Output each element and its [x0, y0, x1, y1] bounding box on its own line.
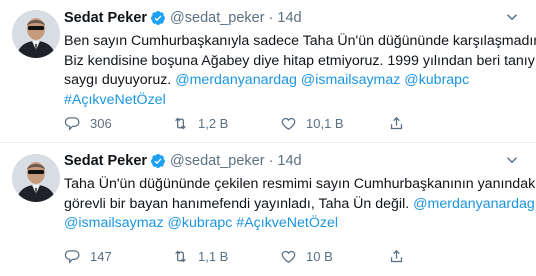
- heart-icon: [281, 250, 296, 263]
- author-name[interactable]: Sedat Peker: [64, 10, 147, 26]
- tweet-text-line: Taha Ün'ün düğününde çekilen resmimi say…: [64, 175, 536, 195]
- tweet-text: Taha Ün'ün düğününde çekilen resmimi say…: [64, 175, 536, 234]
- reply-icon: [64, 249, 80, 264]
- verified-badge-icon: [150, 153, 166, 169]
- reply-button[interactable]: 306: [64, 115, 172, 132]
- text-span: Biz kendisine boşuna Ağabey diye hitap e…: [64, 52, 536, 69]
- tweet-feed: Sedat Peker @sedat_peker · 14d Ben sayın…: [0, 0, 536, 276]
- like-count: 10,1 B: [306, 115, 344, 131]
- share-icon: [390, 249, 403, 262]
- tweet-text-line: görevli bir bayan hanımefendi yayınladı,…: [64, 195, 535, 215]
- tweet[interactable]: Sedat Peker @sedat_peker · 14d Taha Ün'ü…: [0, 143, 536, 276]
- mention-link[interactable]: @merdanyanardag: [413, 196, 535, 212]
- text-span: Ben sayın Cumhurbaşkanıyla sadece Taha Ü…: [64, 33, 536, 49]
- retweet-button[interactable]: 1,2 B: [172, 115, 280, 132]
- avatar[interactable]: [12, 10, 60, 58]
- tweet-actions: 147 1,1 B 10 B: [64, 246, 418, 266]
- reply-button[interactable]: 147: [64, 248, 172, 265]
- avatar[interactable]: [12, 154, 60, 202]
- tweet-text-line: Ben sayın Cumhurbaşkanıyla sadece Taha Ü…: [64, 32, 536, 52]
- more-options-icon[interactable]: [502, 8, 522, 26]
- reply-icon: [64, 116, 80, 131]
- separator-dot: ·: [268, 10, 274, 26]
- tweet-text-line: @ismailsaymaz @kubrapc #AçıkveNetÖzel: [64, 214, 526, 234]
- timestamp[interactable]: 14d: [277, 153, 301, 169]
- author-handle[interactable]: @sedat_peker: [170, 10, 265, 26]
- text-span: Taha Ün'ün düğününde çekilen resmimi say…: [64, 176, 536, 192]
- tweet-text: Ben sayın Cumhurbaşkanıyla sadece Taha Ü…: [64, 32, 536, 111]
- verified-badge-icon: [150, 10, 166, 26]
- separator-dot: ·: [268, 153, 274, 169]
- mention-links[interactable]: @merdanyanardag @ismailsaymaz @kubrapc: [175, 72, 469, 88]
- share-button[interactable]: [388, 248, 418, 265]
- text-span: görevli bir bayan hanımefendi yayınladı,…: [64, 195, 414, 212]
- author-handle[interactable]: @sedat_peker: [170, 153, 265, 169]
- more-options-icon[interactable]: [502, 151, 522, 169]
- share-button[interactable]: [388, 115, 418, 132]
- heart-icon: [281, 117, 296, 130]
- reply-count: 306: [90, 115, 112, 131]
- retweet-button[interactable]: 1,1 B: [172, 248, 280, 265]
- mention-links[interactable]: @ismailsaymaz @kubrapc #AçıkveNetÖzel: [64, 215, 338, 231]
- text-span: saygı duyuyoruz.: [64, 72, 176, 88]
- tweet-header: Sedat Peker @sedat_peker · 14d: [64, 8, 526, 28]
- tweet-text-line: saygı duyuyoruz. @merdanyanardag @ismail…: [64, 71, 526, 91]
- retweet-icon: [175, 117, 186, 129]
- like-button[interactable]: 10,1 B: [280, 115, 388, 132]
- like-button[interactable]: 10 B: [280, 248, 388, 265]
- tweet-actions: 306 1,2 B 10,1 B: [64, 113, 418, 133]
- author-name[interactable]: Sedat Peker: [64, 153, 147, 169]
- retweet-icon: [175, 250, 186, 262]
- retweet-count: 1,1 B: [198, 248, 229, 264]
- tweet[interactable]: Sedat Peker @sedat_peker · 14d Ben sayın…: [0, 0, 536, 142]
- timestamp[interactable]: 14d: [277, 10, 301, 26]
- avatar-photo: [12, 10, 60, 58]
- avatar-photo: [12, 154, 60, 202]
- like-count: 10 B: [306, 248, 333, 264]
- hashtag-link[interactable]: #AçıkveNetÖzel: [64, 92, 166, 108]
- tweet-header: Sedat Peker @sedat_peker · 14d: [64, 151, 526, 171]
- share-icon: [390, 116, 403, 129]
- reply-count: 147: [90, 248, 112, 264]
- tweet-text-line: #AçıkveNetÖzel: [64, 91, 526, 111]
- tweet-text-line: Biz kendisine boşuna Ağabey diye hitap e…: [64, 52, 536, 72]
- retweet-count: 1,2 B: [198, 115, 229, 131]
